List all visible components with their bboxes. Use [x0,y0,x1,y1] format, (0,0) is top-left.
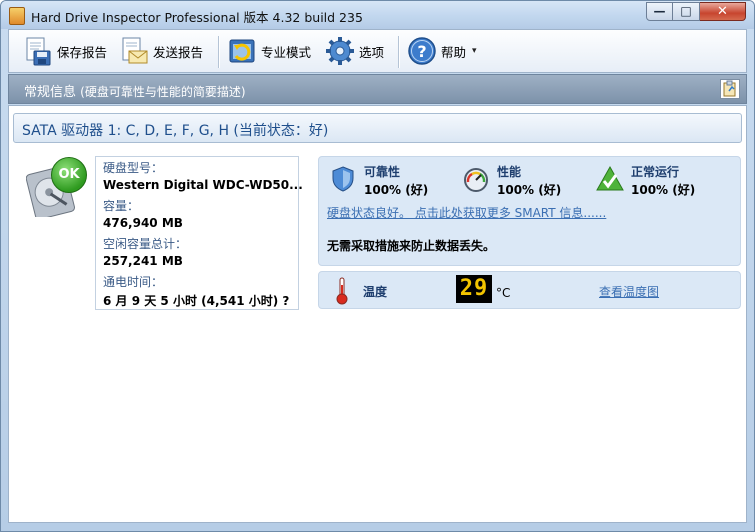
capacity-label: 容量： [103,199,140,213]
window-title: Hard Drive Inspector Professional 版本 4.3… [31,10,363,25]
help-label: 帮助 [441,44,467,60]
temperature-chart-link[interactable]: 查看温度图 [599,283,659,300]
send-report-icon [119,36,149,66]
smart-info-link[interactable]: 硬盘状态良好。 点击此处获取更多 SMART 信息...... [327,204,606,221]
performance-label: 性能 [497,165,522,179]
close-button[interactable]: ✕ [700,2,746,21]
uptime-label: 正常运行 [631,165,680,179]
app-icon [9,7,25,25]
drive-header[interactable]: SATA 驱动器 1: C, D, E, F, G, H (当前状态：好) [13,113,742,143]
close-icon: ✕ [717,4,728,19]
uptime-value: 100% (好) [631,183,696,197]
free-space-value: 257,241 MB [103,254,183,268]
expert-mode-button[interactable]: 专业模式 [227,34,311,68]
app-window: Hard Drive Inspector Professional 版本 4.3… [0,0,755,532]
save-report-button[interactable]: 保存报告 [23,34,107,68]
reliability-label: 可靠性 [364,165,401,179]
options-label: 选项 [359,44,385,60]
shield-icon [329,165,357,193]
section-title: 常规信息 (硬盘可靠性与性能的简要描述) [24,81,246,100]
section-header: 常规信息 (硬盘可靠性与性能的简要描述) [8,74,747,104]
section-subtitle: (硬盘可靠性与性能的简要描述) [80,85,246,99]
options-button[interactable]: 选项 [325,34,384,68]
temperature-display: 29 [456,275,492,303]
maximize-icon: □ [680,4,692,18]
clipboard-icon [723,80,736,97]
drive-info-panel: 硬盘型号： Western Digital WDC-WD50... 容量： 47… [95,156,303,310]
temperature-label: 温度 [363,285,388,299]
minimize-icon: — [653,4,666,18]
maximize-button[interactable]: □ [673,2,700,21]
toolbar-separator [218,36,220,68]
thermometer-icon [335,277,349,305]
title-bar[interactable]: Hard Drive Inspector Professional 版本 4.3… [1,1,754,29]
status-panel: 可靠性 100% (好) 性能 100% (好) 正常运行 100% (好) 硬… [318,156,741,266]
model-value: Western Digital WDC-WD50... [103,178,303,192]
main-content: SATA 驱动器 1: C, D, E, F, G, H (当前状态：好) OK… [8,105,747,523]
free-space-label: 空闲容量总计： [103,237,188,251]
save-report-label: 保存报告 [57,44,108,60]
svg-text:?: ? [417,42,426,61]
ok-status-badge: OK [51,157,87,193]
power-on-time-value: 6 月 9 天 5 小时 (4,541 小时) ? [103,294,290,308]
checkmark-icon [596,165,624,193]
save-report-icon [23,36,53,66]
help-button[interactable]: ? 帮助 ▾ [407,34,477,68]
capacity-value: 476,940 MB [103,216,183,230]
section-title-text: 常规信息 [24,85,77,100]
expert-mode-icon [227,36,257,66]
model-label: 硬盘型号： [103,161,164,175]
drive-title: SATA 驱动器 1: C, D, E, F, G, H (当前状态：好) [22,123,329,139]
power-on-time-label: 通电时间： [103,275,164,289]
gauge-icon [462,165,490,193]
status-note: 无需采取措施来防止数据丢失。 [327,239,496,253]
gear-icon [325,36,355,66]
temperature-unit: °C [496,286,511,300]
copy-report-button[interactable] [720,79,740,99]
expert-mode-label: 专业模式 [261,44,312,60]
minimize-button[interactable]: — [646,2,673,21]
reliability-value: 100% (好) [364,183,429,197]
temperature-panel: 温度 29 °C 查看温度图 [318,271,741,309]
toolbar: 保存报告 发送报告 专业模式 选项 ? 帮助 ▾ [8,29,747,73]
hard-drive-icon: OK [25,157,87,220]
send-report-button[interactable]: 发送报告 [119,34,203,68]
performance-value: 100% (好) [497,183,562,197]
send-report-label: 发送报告 [153,44,204,60]
chevron-down-icon: ▾ [472,46,477,56]
help-icon: ? [407,36,437,66]
toolbar-separator [398,36,400,68]
